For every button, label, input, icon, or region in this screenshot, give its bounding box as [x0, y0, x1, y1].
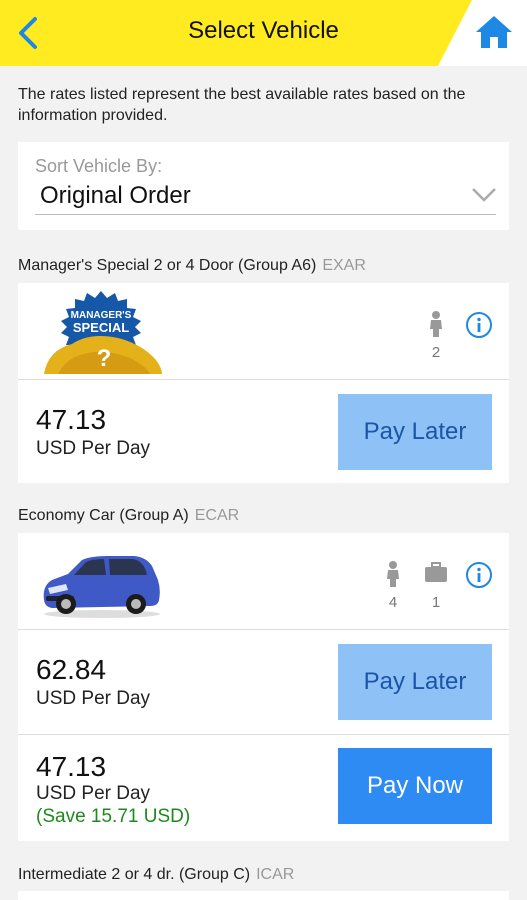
home-button[interactable]: [472, 12, 516, 52]
rate-amount: 62.84: [36, 654, 107, 685]
vehicle-code: ICAR: [256, 866, 295, 883]
luggage-capacity: 1: [421, 561, 451, 611]
rates-disclaimer: The rates listed represent the best avai…: [18, 86, 466, 124]
vehicle-summary: MANAGER'S SPECIAL ? 2: [18, 283, 509, 380]
page-title: Select Vehicle: [188, 17, 339, 44]
sort-selected-value: Original Order: [40, 182, 191, 209]
pay-now-button[interactable]: Pay Now: [338, 748, 492, 824]
rate-unit: USD Per Day: [36, 783, 151, 804]
vehicle-name: Intermediate 2 or 4 dr. (Group C): [18, 866, 251, 883]
managers-special-badge: MANAGER'S SPECIAL ?: [44, 291, 162, 374]
vehicle-group-label: Economy Car (Group A) ECAR: [18, 507, 239, 525]
rate-amount: 47.13: [36, 404, 107, 435]
vehicle-group-label: Manager's Special 2 or 4 Door (Group A6)…: [18, 257, 366, 275]
sort-label: Sort Vehicle By:: [35, 156, 163, 176]
rate-row: 62.84 USD Per Day Pay Later: [18, 630, 509, 734]
passenger-capacity: 2: [424, 311, 448, 361]
sort-underline: [35, 214, 496, 215]
passenger-capacity: 4: [381, 561, 405, 611]
pay-later-button[interactable]: Pay Later: [338, 644, 492, 720]
vehicle-card: MANAGER'S SPECIAL ? 2 47.13 USD Per Day …: [18, 283, 509, 483]
chevron-down-icon: [472, 188, 496, 202]
vehicle-name: Economy Car (Group A): [18, 507, 189, 524]
vehicle-name: Manager's Special 2 or 4 Door (Group A6): [18, 257, 317, 274]
passenger-count: 4: [388, 594, 398, 611]
person-icon: [387, 561, 399, 587]
vehicle-summary: 4 1: [18, 533, 509, 630]
rate-amount: 47.13: [36, 751, 107, 782]
vehicle-card: [18, 891, 509, 900]
luggage-icon: [425, 562, 447, 582]
pay-later-button[interactable]: Pay Later: [338, 394, 492, 470]
rate-row: 47.13 USD Per Day Pay Later: [18, 380, 509, 484]
info-icon[interactable]: [465, 561, 493, 589]
badge-text-2: SPECIAL: [73, 320, 129, 335]
vehicle-card: 4 1 62.84 USD Per Day Pay Later 47.13 US…: [18, 533, 509, 841]
rate-row: 47.13 USD Per Day (Save 15.71 USD) Pay N…: [18, 734, 509, 841]
vehicle-group-label: Intermediate 2 or 4 dr. (Group C) ICAR: [18, 866, 294, 884]
app-header: Select Vehicle: [0, 0, 527, 66]
sort-dropdown[interactable]: Sort Vehicle By: Original Order: [18, 142, 509, 230]
savings-text: (Save 15.71 USD): [36, 806, 191, 827]
vehicle-code: EXAR: [322, 257, 366, 274]
person-icon: [430, 311, 442, 337]
luggage-count: 1: [431, 594, 441, 611]
rate-unit: USD Per Day: [36, 438, 151, 459]
rate-unit: USD Per Day: [36, 688, 151, 709]
info-icon[interactable]: [465, 311, 493, 339]
home-icon: [476, 16, 512, 48]
badge-text-3: ?: [97, 345, 112, 372]
passenger-count: 2: [431, 344, 441, 361]
vehicle-code: ECAR: [194, 507, 240, 524]
blue-hatchback-car: [43, 556, 160, 618]
